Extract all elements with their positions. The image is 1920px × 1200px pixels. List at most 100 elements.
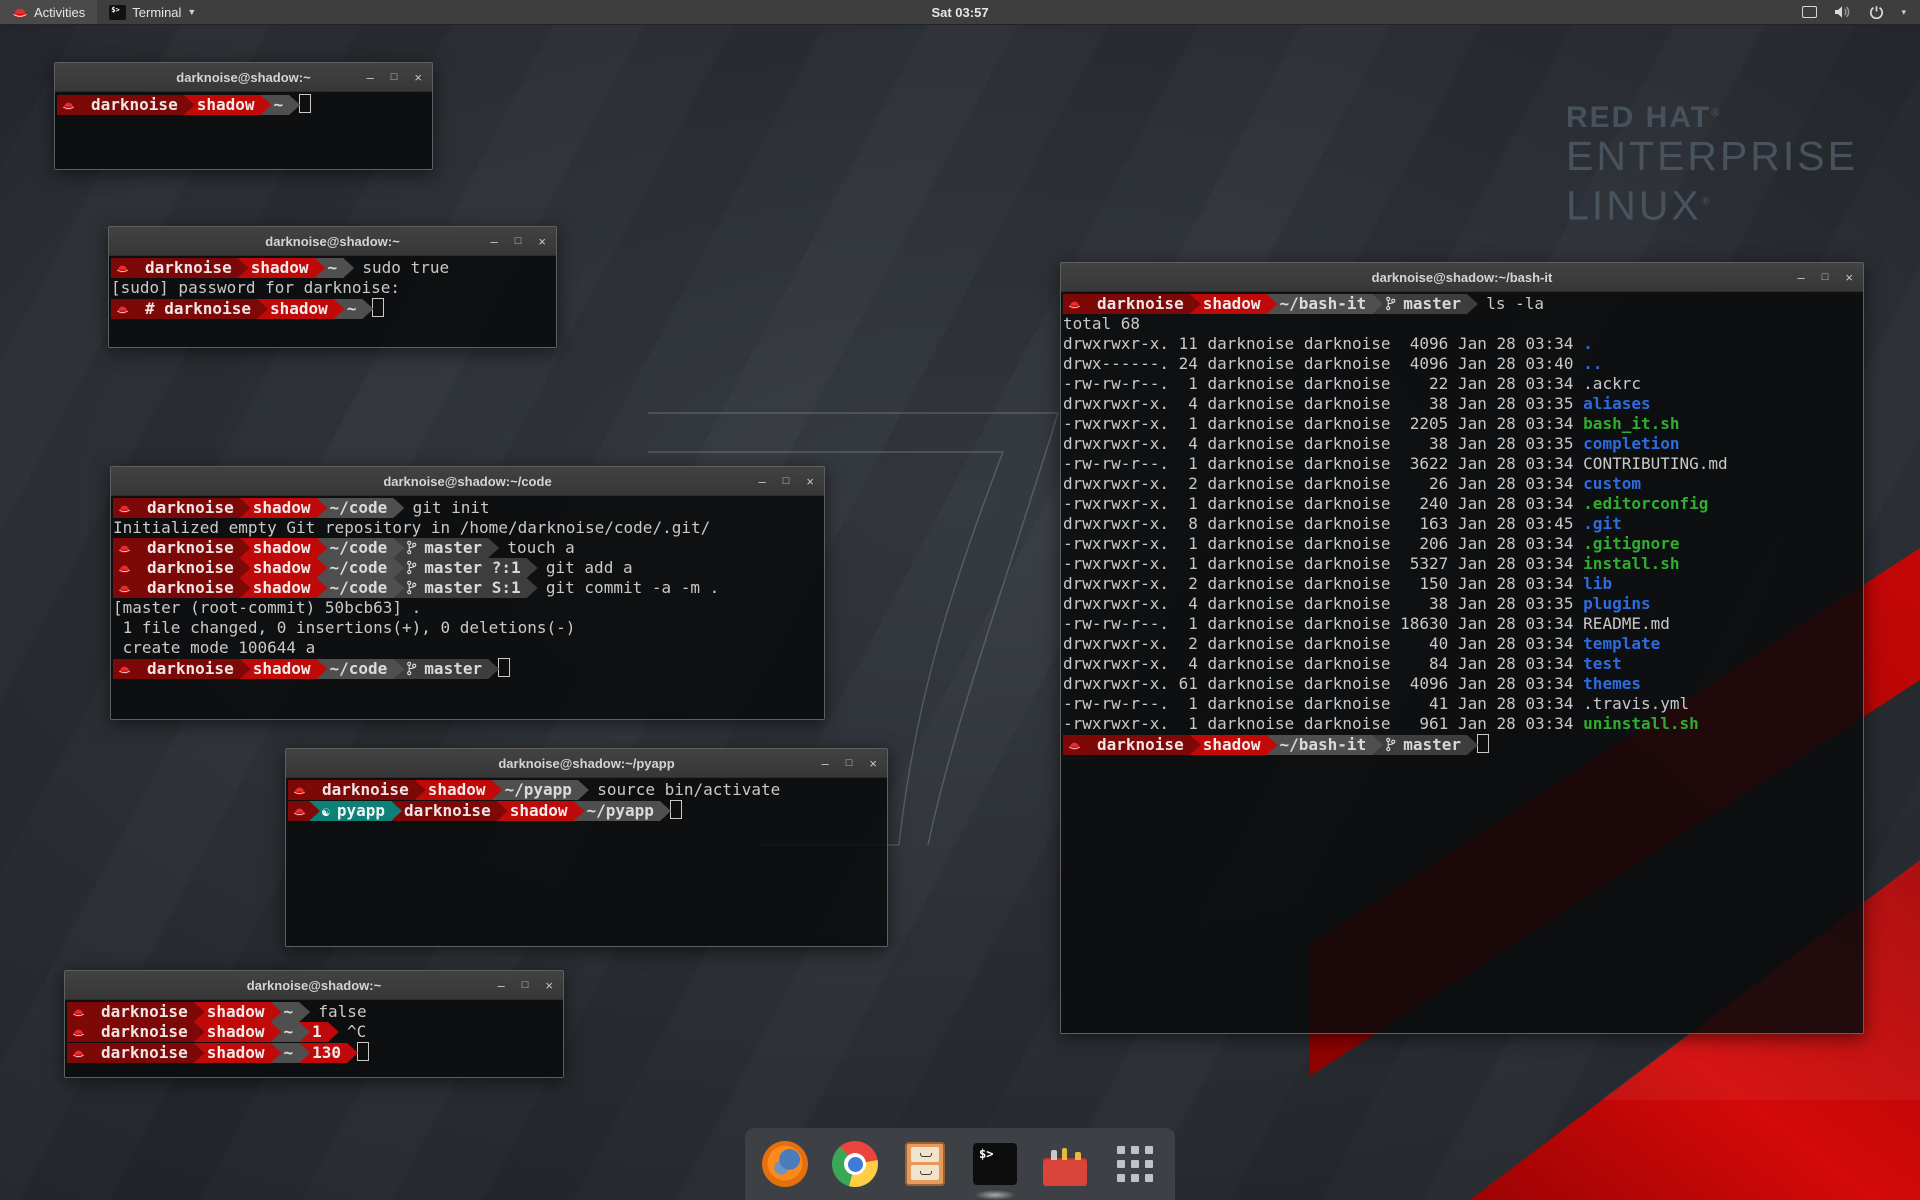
dock-item-firefox[interactable]: [761, 1140, 809, 1188]
maximize-button[interactable]: □: [783, 475, 790, 487]
window-titlebar[interactable]: darknoise@shadow:~/code – □ ×: [111, 467, 824, 496]
ls-row-meta: drwxrwxr-x. 2 darknoise darknoise 150 Ja…: [1063, 574, 1583, 593]
ls-row-filename: test: [1583, 654, 1622, 673]
prompt-segment-git: master: [1372, 294, 1478, 314]
terminal-body[interactable]: darknoiseshadow~/bash-itmaster ls -latot…: [1061, 292, 1863, 1033]
ls-row-filename: CONTRIBUTING.md: [1583, 454, 1728, 473]
terminal-line: drwxrwxr-x. 61 darknoise darknoise 4096 …: [1063, 674, 1863, 694]
terminal-line: drwxrwxr-x. 2 darknoise darknoise 150 Ja…: [1063, 574, 1863, 594]
terminal-line: drwxrwxr-x. 11 darknoise darknoise 4096 …: [1063, 334, 1863, 354]
rhel-logo-line2: ENTERPRISE: [1566, 133, 1858, 179]
prompt-segment-user: darknoise: [132, 258, 249, 278]
ls-row-meta: -rw-rw-r--. 1 darknoise darknoise 3622 J…: [1063, 454, 1583, 473]
terminal-icon: $>: [973, 1143, 1017, 1185]
prompt-segment-user: darknoise: [134, 498, 251, 518]
prompt-segment-path: ~/code: [317, 498, 405, 518]
close-button[interactable]: ×: [869, 756, 877, 771]
minimize-button[interactable]: –: [498, 978, 505, 993]
terminal-window-sudo: darknoise@shadow:~ – □ × darknoiseshadow~ …: [108, 226, 557, 348]
prompt-segment-path: ~/code: [317, 659, 405, 679]
git-branch-icon: [1385, 294, 1396, 313]
ls-row-filename: lib: [1583, 574, 1612, 593]
minimize-button[interactable]: –: [1798, 270, 1805, 285]
window-title: darknoise@shadow:~/pyapp: [498, 756, 674, 771]
toolbox-icon: [1043, 1148, 1087, 1186]
command-text: git add a: [527, 558, 633, 577]
window-titlebar[interactable]: darknoise@shadow:~ –□×: [55, 63, 432, 92]
prompt-segment-user: darknoise: [134, 558, 251, 578]
prompt-segment-git: master: [393, 659, 499, 679]
window-titlebar[interactable]: darknoise@shadow:~/pyapp – □ ×: [286, 749, 887, 778]
prompt-segment-host: shadow: [240, 578, 328, 598]
close-button[interactable]: ×: [1845, 270, 1853, 285]
terminal-cursor: [372, 298, 384, 317]
maximize-button[interactable]: □: [515, 235, 522, 247]
ls-row-meta: -rwxrwxr-x. 1 darknoise darknoise 240 Ja…: [1063, 494, 1583, 513]
terminal-window-home-small: darknoise@shadow:~ –□× darknoiseshadow~: [54, 62, 433, 170]
prompt-segment-path: ~/code: [317, 558, 405, 578]
app-menu-terminal[interactable]: $> Terminal ▼: [97, 0, 208, 24]
activities-button[interactable]: Activities: [0, 0, 97, 24]
prompt-segment-user: darknoise: [134, 659, 251, 679]
output-text: 1 file changed, 0 insertions(+), 0 delet…: [113, 618, 575, 637]
command-text: touch a: [488, 538, 575, 557]
terminal-body[interactable]: darknoiseshadow~ falsedarknoiseshadow~1 …: [65, 1000, 563, 1077]
window-titlebar[interactable]: darknoise@shadow:~/bash-it –□×: [1061, 263, 1863, 292]
system-tray[interactable]: ▾: [1788, 0, 1920, 24]
prompt-segment-user: # darknoise: [132, 299, 268, 319]
terminal-line: -rwxrwxr-x. 1 darknoise darknoise 5327 J…: [1063, 554, 1863, 574]
window-title: darknoise@shadow:~/code: [383, 474, 551, 489]
maximize-button[interactable]: □: [1822, 271, 1829, 283]
dock-item-terminal[interactable]: $>: [971, 1140, 1019, 1188]
terminal-line: drwxrwxr-x. 8 darknoise darknoise 163 Ja…: [1063, 514, 1863, 534]
prompt-segment-user: darknoise: [88, 1022, 205, 1042]
terminal-line: drwxrwxr-x. 2 darknoise darknoise 40 Jan…: [1063, 634, 1863, 654]
power-icon[interactable]: [1869, 5, 1884, 20]
chevron-down-icon[interactable]: ▾: [1901, 7, 1906, 18]
window-titlebar[interactable]: darknoise@shadow:~ – □ ×: [109, 227, 556, 256]
prompt-segment-host: shadow: [415, 780, 503, 800]
maximize-button[interactable]: □: [391, 71, 398, 83]
minimize-button[interactable]: –: [491, 234, 498, 249]
dock-item-files[interactable]: [901, 1140, 949, 1188]
terminal-body[interactable]: darknoiseshadow~: [55, 92, 432, 169]
prompt-segment-path: ~/code: [317, 578, 405, 598]
minimize-button[interactable]: –: [367, 70, 374, 85]
screen-icon[interactable]: [1802, 6, 1817, 18]
terminal-body[interactable]: darknoiseshadow~/pyapp source bin/activa…: [286, 778, 887, 946]
terminal-line: -rwxrwxr-x. 1 darknoise darknoise 240 Ja…: [1063, 494, 1863, 514]
close-button[interactable]: ×: [414, 70, 422, 85]
minimize-button[interactable]: –: [759, 474, 766, 489]
window-title: darknoise@shadow:~: [265, 234, 399, 249]
ls-row-filename: aliases: [1583, 394, 1650, 413]
maximize-button[interactable]: □: [522, 979, 529, 991]
command-text: source bin/activate: [578, 780, 780, 799]
command-text: sudo true: [343, 258, 449, 277]
volume-icon[interactable]: [1834, 5, 1852, 19]
close-button[interactable]: ×: [545, 978, 553, 993]
prompt-segment-host: shadow: [497, 801, 585, 821]
terminal-line: -rwxrwxr-x. 1 darknoise darknoise 961 Ja…: [1063, 714, 1863, 734]
output-text: Initialized empty Git repository in /hom…: [113, 518, 710, 537]
terminal-line: drwxrwxr-x. 4 darknoise darknoise 38 Jan…: [1063, 594, 1863, 614]
maximize-button[interactable]: □: [846, 757, 853, 769]
dock-item-toolbox[interactable]: [1041, 1140, 1089, 1188]
chrome-icon: [832, 1141, 878, 1187]
prompt-segment-path: ~/bash-it: [1267, 735, 1384, 755]
close-button[interactable]: ×: [538, 234, 546, 249]
prompt-segment-user: darknoise: [78, 95, 195, 115]
terminal-body[interactable]: darknoiseshadow~ sudo true[sudo] passwor…: [109, 256, 556, 347]
dock-item-chrome[interactable]: [831, 1140, 879, 1188]
clock[interactable]: Sat 03:57: [931, 5, 988, 20]
prompt-segment-venv: ☯pyapp: [309, 801, 402, 821]
terminal-line: -rw-rw-r--. 1 darknoise darknoise 18630 …: [1063, 614, 1863, 634]
terminal-line: drwxrwxr-x. 4 darknoise darknoise 38 Jan…: [1063, 394, 1863, 414]
dock-item-app-grid[interactable]: [1111, 1140, 1159, 1188]
minimize-button[interactable]: –: [822, 756, 829, 771]
terminal-body[interactable]: darknoiseshadow~/code git initInitialize…: [111, 496, 824, 719]
close-button[interactable]: ×: [806, 474, 814, 489]
window-titlebar[interactable]: darknoise@shadow:~ –□×: [65, 971, 563, 1000]
ls-row-meta: drwxrwxr-x. 8 darknoise darknoise 163 Ja…: [1063, 514, 1583, 533]
prompt-segment-git: master: [393, 538, 499, 558]
terminal-line: 1 file changed, 0 insertions(+), 0 delet…: [113, 618, 824, 638]
